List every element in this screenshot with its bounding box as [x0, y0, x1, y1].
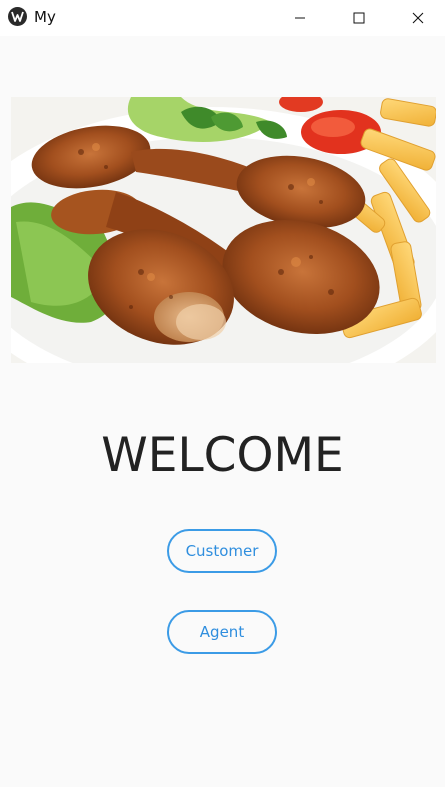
agent-button[interactable]: Agent — [167, 610, 277, 654]
window-title: My — [34, 8, 56, 26]
customer-button[interactable]: Customer — [167, 529, 277, 573]
close-icon — [412, 12, 424, 24]
maximize-button[interactable] — [336, 0, 382, 36]
minimize-button[interactable] — [277, 0, 323, 36]
kivy-logo-icon — [8, 7, 27, 26]
minimize-icon — [295, 17, 305, 19]
close-button[interactable] — [395, 0, 441, 36]
food-hero-image — [11, 97, 436, 363]
welcome-heading: WELCOME — [101, 428, 344, 483]
title-bar[interactable]: My — [0, 0, 445, 36]
maximize-icon — [353, 12, 365, 24]
app-window: My WELCOME Customer Agent — [0, 0, 445, 787]
